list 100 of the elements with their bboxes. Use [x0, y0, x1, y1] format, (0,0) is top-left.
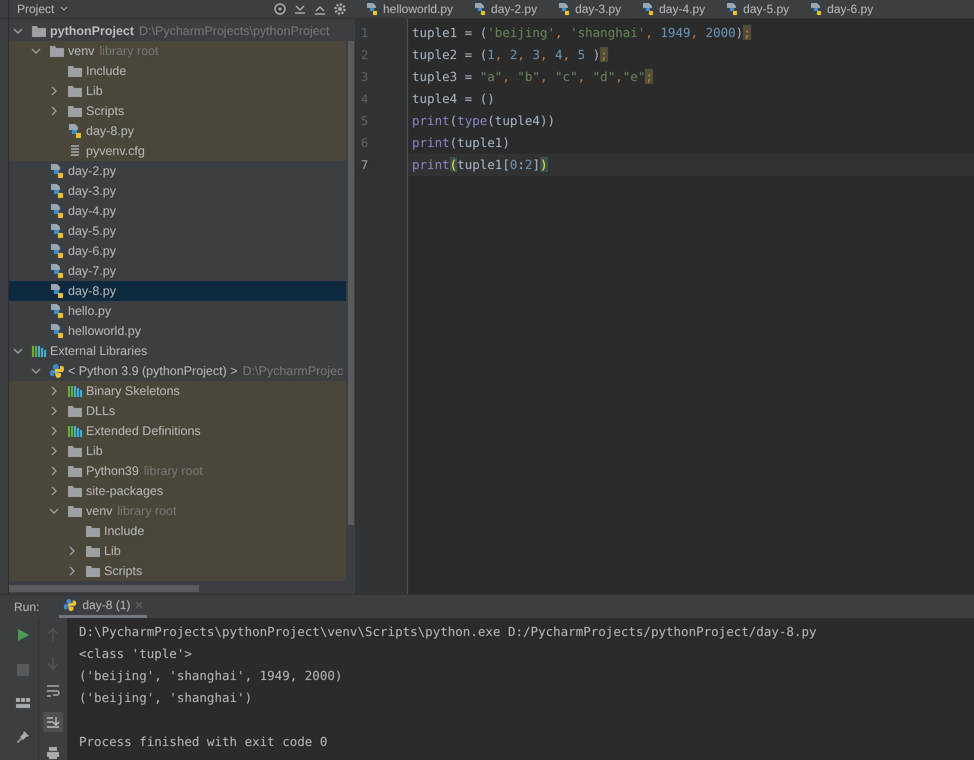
tree-item[interactable]: External Libraries — [9, 340, 346, 361]
tree-item[interactable]: Include — [9, 60, 346, 81]
tree-item[interactable]: day-4.py — [9, 200, 346, 221]
chevron-icon[interactable] — [13, 346, 23, 356]
tree-item-detail: D:\PycharmProjects\pythonProject — [139, 24, 330, 38]
tree-item-label: day-5.py — [68, 224, 116, 238]
console-output-line: ('beijing', 'shanghai') — [79, 690, 252, 705]
layout-icon[interactable] — [16, 698, 30, 708]
code-line: print(tuple1) — [412, 134, 510, 150]
chevron-icon[interactable] — [49, 426, 59, 436]
chevron-icon[interactable] — [67, 566, 77, 576]
tree-item[interactable]: Extended Definitions — [9, 420, 346, 441]
settings-icon[interactable] — [333, 2, 347, 16]
tree-item[interactable]: site-packages — [9, 480, 346, 501]
tree-item[interactable]: venv library root — [9, 500, 346, 521]
editor-tab[interactable]: day-3.py — [547, 0, 632, 18]
tree-item-label: Lib — [104, 544, 121, 558]
editor-tab[interactable]: helloworld.py — [355, 0, 464, 18]
tree-item[interactable]: < Python 3.9 (pythonProject) > D:\PycharmProjec — [9, 360, 346, 381]
pin-icon[interactable] — [16, 730, 30, 744]
code-line: tuple3 = "a", "b", "c", "d","e"; — [412, 68, 653, 84]
chevron-icon[interactable] — [49, 446, 59, 456]
code-line: print(type(tuple4)) — [412, 112, 556, 128]
tree-item[interactable]: pythonProject D:\PycharmProjects\pythonProject — [9, 20, 346, 41]
chevron-icon[interactable] — [67, 546, 77, 556]
editor-tab[interactable]: day-4.py — [631, 0, 716, 18]
tree-item[interactable]: Lib — [9, 440, 346, 461]
tree-item-label: venv — [86, 504, 112, 518]
editor-tab[interactable]: day-5.py — [715, 0, 800, 18]
tree-item[interactable]: Binary Skeletons — [9, 380, 346, 401]
close-icon[interactable] — [135, 601, 144, 609]
python-file-icon — [49, 242, 65, 259]
tree-item-label: Python39 — [86, 464, 139, 478]
tree-item[interactable]: day-3.py — [9, 180, 346, 201]
chevron-icon[interactable] — [49, 466, 59, 476]
caret-icon[interactable] — [60, 6, 68, 12]
chevron-icon[interactable] — [49, 486, 59, 496]
python-file-icon — [641, 2, 656, 16]
code-line: tuple2 = (1, 2, 3, 4, 5 ); — [412, 46, 608, 62]
chevron-icon[interactable] — [49, 86, 59, 96]
folder-icon — [85, 544, 101, 558]
editor-tab[interactable]: day-6.py — [799, 0, 884, 18]
tree-item-label: < Python 3.9 (pythonProject) > — [68, 364, 238, 378]
chevron-icon[interactable] — [49, 106, 59, 116]
chevron-icon[interactable] — [13, 26, 23, 36]
tree-item[interactable]: day-7.py — [9, 260, 346, 281]
chevron-icon[interactable] — [31, 366, 41, 376]
chevron-icon[interactable] — [49, 386, 59, 396]
editor-tab[interactable]: day-2.py — [463, 0, 548, 18]
tree-item-label: day-7.py — [68, 264, 116, 278]
folder-icon — [67, 84, 83, 98]
tree-item[interactable]: day-2.py — [9, 160, 346, 181]
code-line: tuple1 = ('beijing', 'shanghai', 1949, 2000); — [412, 24, 751, 40]
tree-item[interactable]: Lib — [9, 540, 346, 561]
folder-icon — [67, 464, 83, 478]
code-line: print(tuple1[0:2]) — [412, 156, 548, 172]
python-file-icon — [49, 322, 65, 339]
tree-item[interactable]: helloworld.py — [9, 320, 346, 341]
project-panel-title[interactable]: Project — [17, 2, 54, 16]
tree-item[interactable]: day-8.py — [9, 120, 346, 141]
code-line: tuple4 = () — [412, 90, 495, 106]
soft-wrap-icon[interactable] — [46, 684, 60, 698]
tree-item[interactable]: day-5.py — [9, 220, 346, 241]
tree-item-label: day-6.py — [68, 244, 116, 258]
console-output-line: Process finished with exit code 0 — [79, 734, 328, 749]
print-icon[interactable] — [46, 746, 60, 760]
tree-item[interactable]: Include — [9, 520, 346, 541]
folder-icon — [67, 64, 83, 78]
tree-item-label: Lib — [86, 84, 103, 98]
tree-item[interactable]: Scripts — [9, 100, 346, 121]
tree-item[interactable]: Python39 library root — [9, 460, 346, 481]
vertical-scrollbar[interactable] — [348, 40, 354, 525]
library-icon — [67, 384, 83, 398]
chevron-icon[interactable] — [49, 406, 59, 416]
console-output-line: D:\PycharmProjects\pythonProject\venv\Scripts\python.exe D:/PycharmProjects/pythonProject/day-8.py — [79, 624, 817, 639]
folder-icon — [85, 564, 101, 578]
tree-item-detail: D:\PycharmProjec — [242, 364, 344, 378]
tree-item[interactable]: day-8.py — [9, 280, 346, 301]
tree-item-label: day-3.py — [68, 184, 116, 198]
tree-item[interactable]: day-6.py — [9, 240, 346, 261]
tree-item[interactable]: Scripts — [9, 560, 346, 581]
tree-item-label: day-8.py — [68, 284, 116, 298]
chevron-icon[interactable] — [31, 46, 41, 56]
horizontal-scrollbar[interactable] — [9, 585, 199, 592]
play-icon[interactable] — [16, 628, 30, 642]
python-file-icon — [725, 2, 740, 16]
python-file-icon — [49, 302, 65, 319]
tree-item[interactable]: pyvenv.cfg — [9, 140, 346, 161]
python-file-icon — [67, 122, 83, 139]
tree-item[interactable]: Lib — [9, 80, 346, 101]
tree-item-label: pyvenv.cfg — [86, 144, 145, 158]
python-logo-icon — [63, 598, 78, 612]
tree-item[interactable]: venv library root — [9, 40, 346, 61]
python-file-icon — [557, 2, 572, 16]
tree-item[interactable]: hello.py — [9, 300, 346, 321]
chevron-icon[interactable] — [49, 506, 59, 516]
crosshair-icon[interactable] — [273, 2, 287, 16]
tree-item[interactable]: DLLs — [9, 400, 346, 421]
tree-item-label: Scripts — [104, 564, 142, 578]
tree-item-label: Lib — [86, 444, 103, 458]
